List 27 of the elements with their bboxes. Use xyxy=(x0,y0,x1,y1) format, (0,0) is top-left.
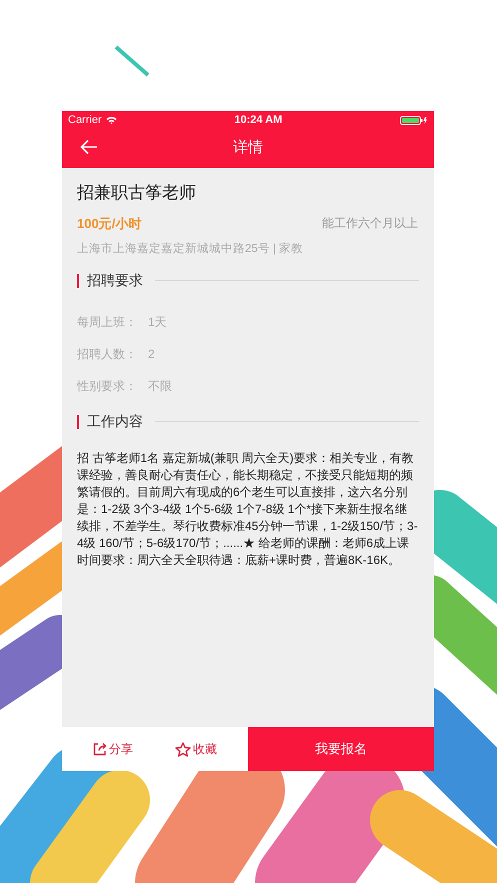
back-button[interactable] xyxy=(80,139,98,155)
apply-button[interactable]: 我要报名 xyxy=(248,727,434,771)
job-title: 招兼职古筝老师 xyxy=(77,182,197,204)
carrier-label: Carrier xyxy=(68,112,102,128)
section-heading: 招聘要求 xyxy=(87,271,143,290)
duration-label: 能工作六个月以上 xyxy=(322,215,418,232)
field-label: 招聘人数： xyxy=(77,346,138,364)
share-button[interactable]: 分享 xyxy=(93,740,133,758)
wifi-icon xyxy=(106,116,117,124)
job-description: 招 古筝老师1名 嘉定新城(兼职 周六全天)要求：相关专业，有教课经验，善良耐心有责任心，能长期稳定，不接受只能短期的频繁请假的。目前周六有现成的6个老生可以直接排，这六名分别是：1-2级 3个3-4级 1个5-6级 1个7-8级 1个*接下来新生报名继续排，不差学生。琴行收费标准45分钟一节课，1-2级150/节；3-4级 160/节；5-6级170/节；......★ 给老师的课酬：老师6成上课时间要求：周六全天全职待遇：底薪+课时费，普遍8K-16K。 xyxy=(77,450,419,570)
section-marker xyxy=(77,414,79,429)
field-value: 不限 xyxy=(148,378,172,396)
status-time: 10:24 AM xyxy=(234,112,282,128)
section-marker xyxy=(77,274,79,288)
section-heading: 工作内容 xyxy=(87,412,143,432)
field-value: 2 xyxy=(148,346,155,364)
page-title: 详情 xyxy=(233,138,263,158)
field-value: 1天 xyxy=(148,314,167,332)
salary-label: 100元/小时 xyxy=(77,214,142,232)
star-icon xyxy=(175,742,191,756)
location-label: 上海市上海嘉定嘉定新城城中路25号 | 家教 xyxy=(77,241,304,257)
favorite-button[interactable]: 收藏 xyxy=(175,740,217,758)
field-label: 性别要求： xyxy=(77,378,138,396)
back-arrow-icon xyxy=(80,139,98,155)
battery-icon xyxy=(400,116,428,124)
share-icon xyxy=(93,742,107,756)
field-label: 每周上班： xyxy=(77,314,138,332)
